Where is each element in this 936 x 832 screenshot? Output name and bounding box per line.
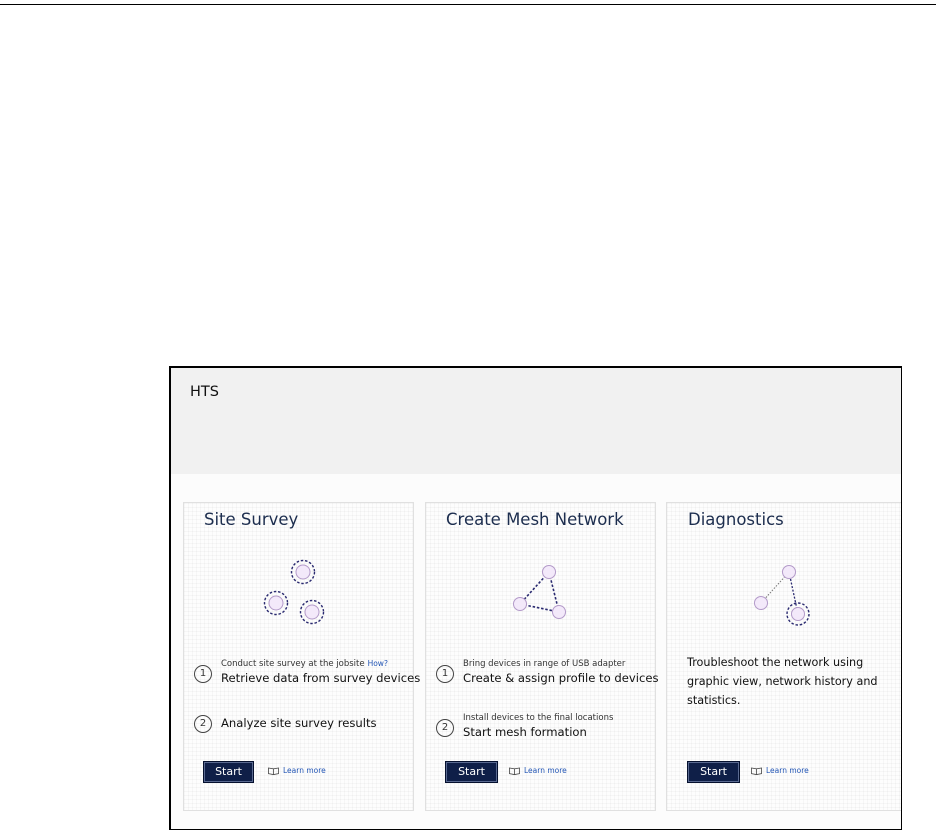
card-description: Troubleshoot the network using graphic v…: [687, 656, 878, 707]
step-hint: Conduct site survey at the jobsite How?: [221, 659, 388, 669]
step-label: Start mesh formation: [463, 725, 587, 739]
learn-more-link[interactable]: Learn more: [751, 766, 809, 775]
start-button[interactable]: Start: [687, 761, 740, 783]
site-survey-card: Site Survey 1 Conduct site survey at the…: [183, 502, 420, 811]
learn-more-label: Learn more: [524, 766, 567, 775]
learn-more-link[interactable]: Learn more: [509, 766, 567, 775]
step-number: 2: [194, 715, 212, 733]
card-title: Diagnostics: [688, 510, 784, 529]
start-button[interactable]: Start: [203, 761, 254, 783]
learn-more-label: Learn more: [283, 766, 326, 775]
create-mesh-card: Create Mesh Network 1 Bring devices in r…: [425, 502, 659, 811]
step-number: 2: [436, 719, 454, 737]
survey-circles-icon: [263, 559, 325, 625]
step-label: Retrieve data from survey devices: [221, 671, 421, 685]
how-link[interactable]: How?: [368, 659, 388, 668]
app-header: HTS: [171, 368, 901, 474]
step-number: 1: [436, 665, 454, 683]
step-number: 1: [194, 665, 212, 683]
mesh-triangle-icon: [513, 565, 566, 619]
app-title: HTS: [190, 384, 219, 400]
step-hint-text: Conduct site survey at the jobsite: [221, 659, 365, 669]
book-icon: [268, 767, 279, 775]
top-rule: [0, 4, 936, 5]
learn-more-link[interactable]: Learn more: [268, 766, 326, 775]
book-icon: [751, 767, 762, 775]
start-button[interactable]: Start: [445, 761, 498, 783]
document-page: HTS Site Survey 1 Conduct site survey at…: [0, 0, 936, 832]
app-screenshot: HTS Site Survey 1 Conduct site survey at…: [169, 366, 902, 830]
step-hint: Bring devices in range of USB adapter: [463, 659, 626, 669]
diagnostics-nodes-icon: [754, 565, 810, 626]
step-hint: Install devices to the final locations: [463, 713, 614, 723]
card-title: Create Mesh Network: [446, 510, 624, 529]
card-title: Site Survey: [204, 510, 299, 529]
card-area: Site Survey 1 Conduct site survey at the…: [171, 474, 901, 829]
learn-more-label: Learn more: [766, 766, 809, 775]
step-label: Analyze site survey results: [221, 716, 377, 730]
book-icon: [509, 767, 520, 775]
diagnostics-card: Diagnostics Troubleshoot the network usi…: [666, 502, 901, 811]
step-label: Create & assign profile to devices: [463, 671, 659, 685]
